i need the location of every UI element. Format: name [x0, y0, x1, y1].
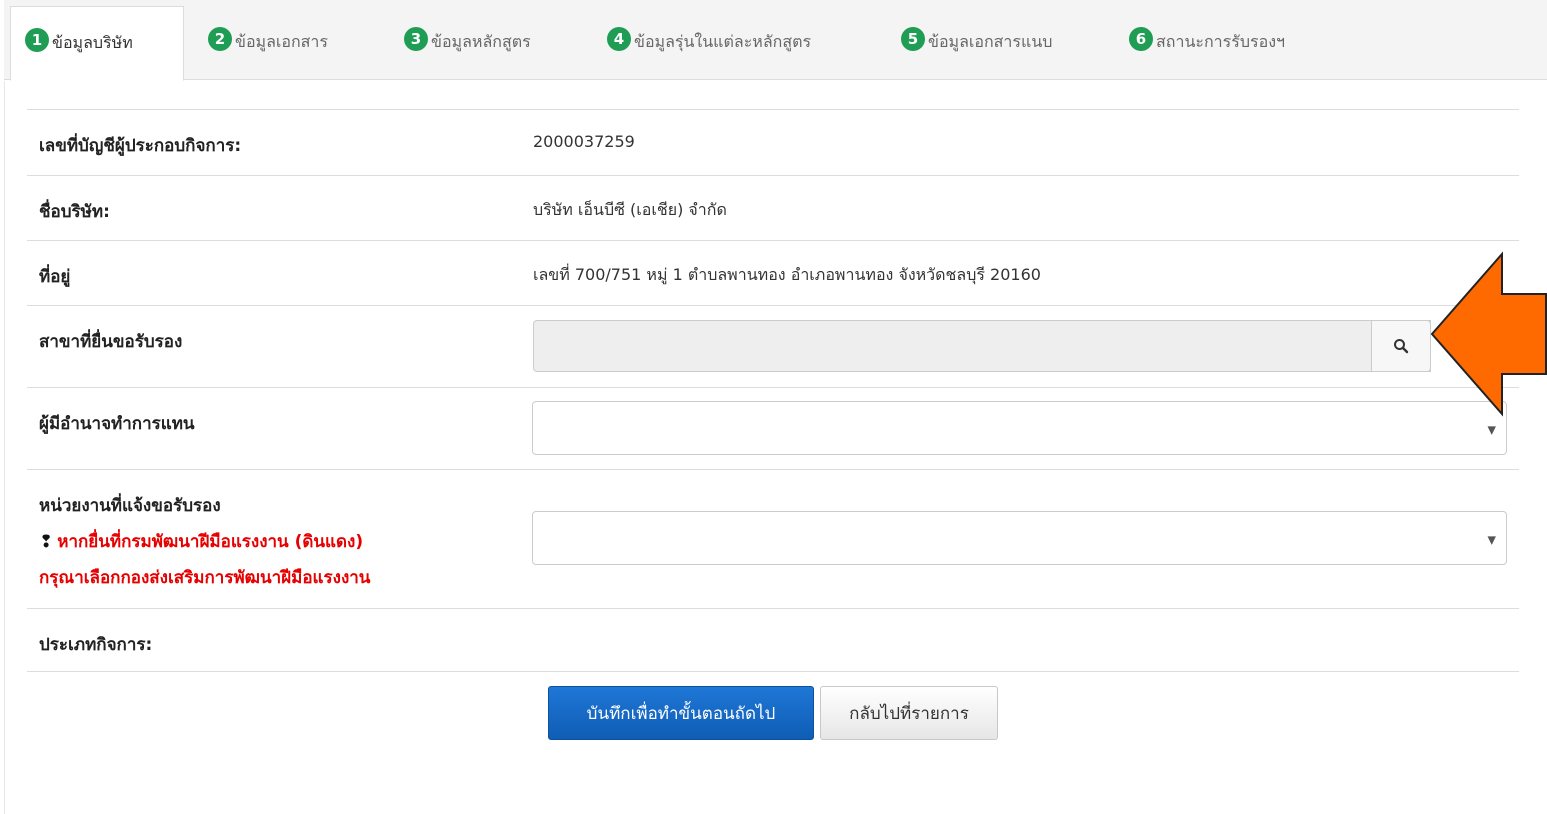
branch-label: สาขาที่ยื่นขอรับรอง	[39, 332, 183, 352]
step-badge: 5	[901, 27, 925, 51]
agency-warning-text1: หากยื่นที่กรมพัฒนาฝีมือแรงงาน (ดินแดง)	[57, 532, 364, 552]
tab-company-info[interactable]: 1 ข้อมูลบริษัท	[10, 6, 184, 81]
agency-warning-line1: ❢ หากยื่นที่กรมพัฒนาฝีมือแรงงาน (ดินแดง)	[39, 528, 363, 555]
company-info-form: เลขที่บัญชีผู้ประกอบกิจการ: 2000037259 ช…	[4, 81, 1547, 814]
search-icon	[1394, 339, 1409, 354]
company-name-row: ชื่อบริษัท: บริษัท เอ็นบีซี (เอเชีย) จำก…	[27, 175, 1519, 240]
agency-select[interactable]: ▼	[532, 511, 1507, 565]
agency-warning-text2: กรุณาเลือกกองส่งเสริมการพัฒนาฝีมือแรงงาน	[39, 568, 371, 588]
account-number-value: 2000037259	[533, 132, 635, 151]
tab-label: ข้อมูลเอกสารแนบ	[928, 32, 1053, 51]
branch-input[interactable]	[533, 320, 1431, 372]
tab-certification-status[interactable]: 6 สถานะการรับรองฯ	[1129, 6, 1329, 80]
back-to-list-button[interactable]: กลับไปที่รายการ	[820, 686, 998, 740]
tab-label: สถานะการรับรองฯ	[1156, 32, 1285, 51]
address-row: ที่อยู่ เลขที่ 700/751 หมู่ 1 ตำบลพานทอง…	[27, 240, 1519, 305]
branch-search-button[interactable]	[1371, 320, 1431, 372]
account-number-row: เลขที่บัญชีผู้ประกอบกิจการ: 2000037259	[27, 109, 1519, 175]
tab-course-info[interactable]: 3 ข้อมูลหลักสูตร	[404, 6, 594, 80]
account-number-label: เลขที่บัญชีผู้ประกอบกิจการ:	[39, 136, 242, 156]
step-badge: 2	[208, 27, 232, 51]
step-badge: 4	[607, 27, 631, 51]
company-name-label: ชื่อบริษัท:	[39, 202, 110, 222]
step-tabbar: 1 ข้อมูลบริษัท 2 ข้อมูลเอกสาร 3 ข้อมูลหล…	[4, 0, 1547, 81]
chevron-down-icon: ▼	[1487, 423, 1496, 437]
tab-course-batch-info[interactable]: 4 ข้อมูลรุ่นในแต่ละหลักสูตร	[607, 6, 887, 80]
tab-label: ข้อมูลบริษัท	[52, 33, 133, 52]
save-next-button[interactable]: บันทึกเพื่อทำขั้นตอนถัดไป	[548, 686, 814, 740]
step-badge: 3	[404, 27, 428, 51]
agency-row: หน่วยงานที่แจ้งขอรับรอง ❢ หากยื่นที่กรมพั…	[27, 469, 1519, 608]
exclamation-icon: ❢	[39, 532, 54, 552]
arrow-left-annotation	[1430, 251, 1547, 417]
tab-label: ข้อมูลหลักสูตร	[431, 32, 531, 51]
tab-attachment-info[interactable]: 5 ข้อมูลเอกสารแนบ	[901, 6, 1111, 80]
agency-label: หน่วยงานที่แจ้งขอรับรอง	[39, 496, 221, 516]
company-name-value: บริษัท เอ็นบีซี (เอเชีย) จำกัด	[533, 200, 727, 219]
authorized-person-row: ผู้มีอำนาจทำการแทน ▼	[27, 387, 1519, 469]
step-badge: 1	[25, 28, 49, 52]
business-type-label: ประเภทกิจการ:	[39, 635, 153, 655]
chevron-down-icon: ▼	[1487, 533, 1496, 547]
business-type-row: ประเภทกิจการ:	[27, 608, 1519, 672]
authorized-person-select[interactable]: ▼	[532, 401, 1507, 455]
branch-row: สาขาที่ยื่นขอรับรอง	[27, 305, 1519, 387]
step-badge: 6	[1129, 27, 1153, 51]
tab-document-info[interactable]: 2 ข้อมูลเอกสาร	[208, 6, 388, 80]
authorized-person-label: ผู้มีอำนาจทำการแทน	[39, 414, 195, 434]
tab-label: ข้อมูลรุ่นในแต่ละหลักสูตร	[634, 32, 812, 51]
address-label: ที่อยู่	[39, 267, 71, 287]
tab-label: ข้อมูลเอกสาร	[235, 32, 329, 51]
address-value: เลขที่ 700/751 หมู่ 1 ตำบลพานทอง อำเภอพา…	[533, 265, 1041, 284]
